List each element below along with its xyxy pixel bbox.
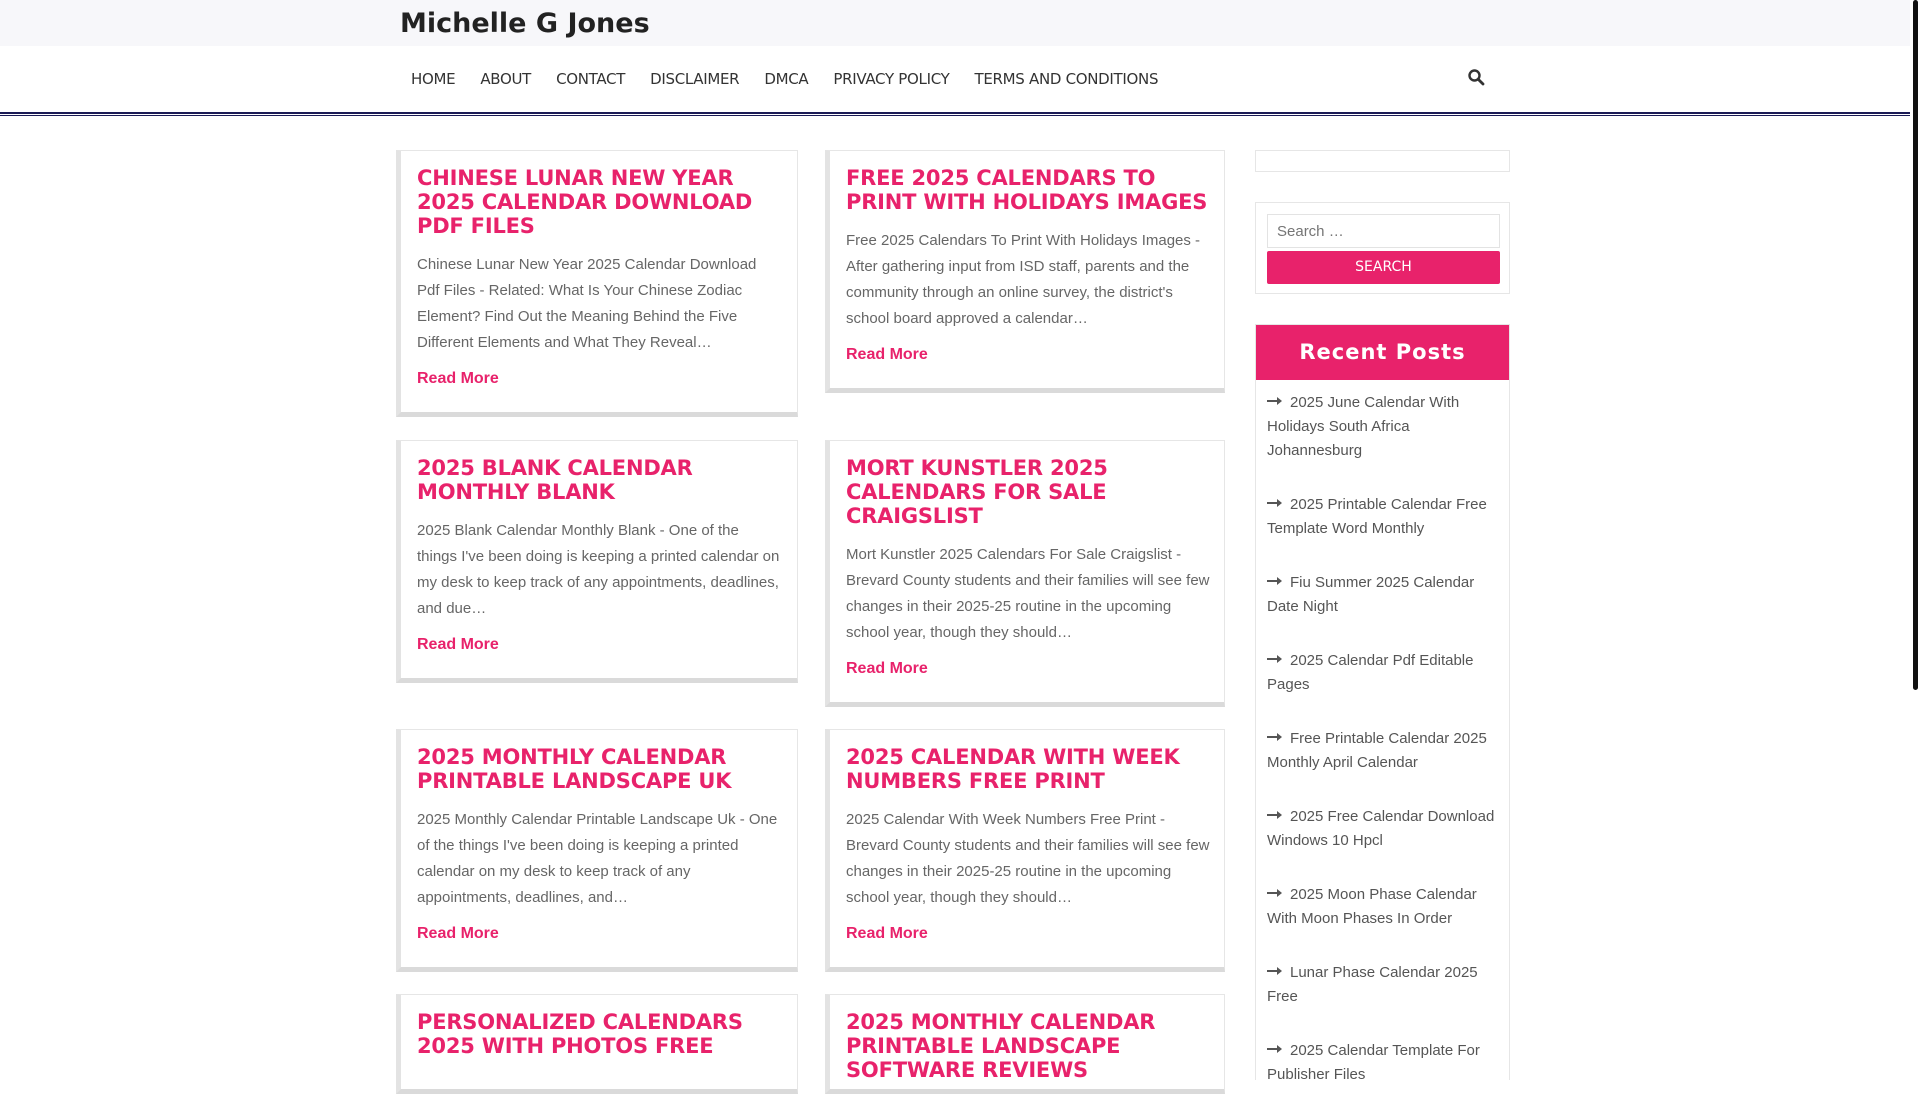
- read-more-link[interactable]: Read More: [417, 636, 499, 654]
- page-scrollbar[interactable]: [1910, 0, 1920, 1080]
- arrow-right-icon: [1267, 967, 1282, 975]
- post-card: CHINESE LUNAR NEW YEAR 2025 CALENDAR DOW…: [396, 150, 798, 417]
- recent-post-item[interactable]: 2025 Calendar Template For Publisher Fil…: [1267, 1029, 1498, 1107]
- recent-posts-list: 2025 June Calendar With Holidays South A…: [1256, 380, 1509, 1107]
- post-card: 2025 CALENDAR WITH WEEK NUMBERS FREE PRI…: [825, 729, 1225, 972]
- post-excerpt: 2025 Calendar With Week Numbers Free Pri…: [846, 811, 1210, 906]
- read-more-link[interactable]: Read More: [417, 925, 499, 943]
- arrow-right-icon: [1267, 397, 1282, 405]
- recent-post-link[interactable]: 2025 June Calendar With Holidays South A…: [1267, 394, 1459, 459]
- post-excerpt: Mort Kunstler 2025 Calendars For Sale Cr…: [846, 546, 1210, 641]
- recent-post-item[interactable]: Fiu Summer 2025 Calendar Date Night: [1267, 561, 1498, 639]
- post-title[interactable]: CHINESE LUNAR NEW YEAR 2025 CALENDAR DOW…: [417, 166, 783, 238]
- recent-post-link[interactable]: 2025 Printable Calendar Free Template Wo…: [1267, 496, 1487, 537]
- search-button[interactable]: SEARCH: [1267, 251, 1500, 284]
- post-card: PERSONALIZED CALENDARS 2025 WITH PHOTOS …: [396, 994, 798, 1094]
- post-title[interactable]: MORT KUNSTLER 2025 CALENDARS FOR SALE CR…: [846, 456, 1210, 528]
- sidebar-search-widget: SEARCH: [1255, 202, 1510, 294]
- arrow-right-icon: [1267, 577, 1282, 585]
- recent-post-item[interactable]: Free Printable Calendar 2025 Monthly Apr…: [1267, 717, 1498, 795]
- read-more-link[interactable]: Read More: [417, 370, 499, 388]
- recent-posts-widget: Recent Posts 2025 June Calendar With Hol…: [1255, 324, 1510, 1083]
- recent-posts-heading: Recent Posts: [1256, 325, 1509, 380]
- post-excerpt: 2025 Blank Calendar Monthly Blank - One …: [417, 522, 780, 617]
- post-card: MORT KUNSTLER 2025 CALENDARS FOR SALE CR…: [825, 440, 1225, 707]
- post-card: 2025 BLANK CALENDAR MONTHLY BLANK 2025 B…: [396, 440, 798, 683]
- search-input[interactable]: [1267, 214, 1500, 248]
- recent-post-link[interactable]: Fiu Summer 2025 Calendar Date Night: [1267, 574, 1474, 615]
- sidebar-empty-widget: [1255, 150, 1510, 172]
- read-more-link[interactable]: Read More: [846, 346, 928, 364]
- post-excerpt: Free 2025 Calendars To Print With Holida…: [846, 232, 1201, 327]
- recent-post-link[interactable]: 2025 Calendar Template For Publisher Fil…: [1267, 1042, 1480, 1083]
- nav-item-dmca[interactable]: DMCA: [763, 70, 809, 88]
- nav-item-privacy-policy[interactable]: PRIVACY POLICY: [832, 70, 950, 88]
- post-title[interactable]: 2025 CALENDAR WITH WEEK NUMBERS FREE PRI…: [846, 745, 1210, 793]
- nav-divider: [0, 112, 1910, 116]
- top-header: Michelle G Jones: [0, 0, 1910, 46]
- recent-post-link[interactable]: Lunar Phase Calendar 2025 Free: [1267, 964, 1478, 1005]
- arrow-right-icon: [1267, 889, 1282, 897]
- nav-item-disclaimer[interactable]: DISCLAIMER: [649, 70, 740, 88]
- post-card: 2025 MONTHLY CALENDAR PRINTABLE LANDSCAP…: [825, 994, 1225, 1094]
- search-icon[interactable]: [1467, 68, 1487, 88]
- read-more-link[interactable]: Read More: [846, 925, 928, 943]
- post-card: 2025 MONTHLY CALENDAR PRINTABLE LANDSCAP…: [396, 729, 798, 972]
- recent-post-item[interactable]: Lunar Phase Calendar 2025 Free: [1267, 951, 1498, 1029]
- post-title[interactable]: FREE 2025 CALENDARS TO PRINT WITH HOLIDA…: [846, 166, 1210, 214]
- nav-menu: HOME ABOUT CONTACT DISCLAIMER DMCA PRIVA…: [400, 70, 1182, 88]
- nav-item-terms[interactable]: TERMS AND CONDITIONS: [973, 70, 1159, 88]
- post-title[interactable]: PERSONALIZED CALENDARS 2025 WITH PHOTOS …: [417, 1010, 783, 1058]
- nav-item-home[interactable]: HOME: [410, 70, 456, 88]
- arrow-right-icon: [1267, 499, 1282, 507]
- post-title[interactable]: 2025 BLANK CALENDAR MONTHLY BLANK: [417, 456, 783, 504]
- post-excerpt: 2025 Monthly Calendar Printable Landscap…: [417, 811, 778, 906]
- recent-post-item[interactable]: 2025 Printable Calendar Free Template Wo…: [1267, 483, 1498, 561]
- recent-post-link[interactable]: 2025 Calendar Pdf Editable Pages: [1267, 652, 1473, 693]
- recent-post-item[interactable]: 2025 June Calendar With Holidays South A…: [1267, 380, 1498, 483]
- site-title[interactable]: Michelle G Jones: [400, 8, 650, 39]
- recent-post-item[interactable]: 2025 Moon Phase Calendar With Moon Phase…: [1267, 873, 1498, 951]
- recent-post-link[interactable]: 2025 Free Calendar Download Windows 10 H…: [1267, 808, 1494, 849]
- recent-post-item[interactable]: 2025 Free Calendar Download Windows 10 H…: [1267, 795, 1498, 873]
- post-excerpt: Chinese Lunar New Year 2025 Calendar Dow…: [417, 256, 757, 351]
- post-title[interactable]: 2025 MONTHLY CALENDAR PRINTABLE LANDSCAP…: [846, 1010, 1210, 1082]
- nav-item-about[interactable]: ABOUT: [479, 70, 532, 88]
- arrow-right-icon: [1267, 733, 1282, 741]
- post-card: FREE 2025 CALENDARS TO PRINT WITH HOLIDA…: [825, 150, 1225, 393]
- read-more-link[interactable]: Read More: [846, 660, 928, 678]
- main-navigation: HOME ABOUT CONTACT DISCLAIMER DMCA PRIVA…: [0, 46, 1910, 114]
- recent-post-link[interactable]: 2025 Moon Phase Calendar With Moon Phase…: [1267, 886, 1477, 927]
- arrow-right-icon: [1267, 811, 1282, 819]
- arrow-right-icon: [1267, 1045, 1282, 1053]
- scrollbar-thumb[interactable]: [1913, 0, 1918, 690]
- recent-post-item[interactable]: 2025 Calendar Pdf Editable Pages: [1267, 639, 1498, 717]
- post-title[interactable]: 2025 MONTHLY CALENDAR PRINTABLE LANDSCAP…: [417, 745, 783, 793]
- nav-item-contact[interactable]: CONTACT: [555, 70, 626, 88]
- recent-post-link[interactable]: Free Printable Calendar 2025 Monthly Apr…: [1267, 730, 1487, 771]
- arrow-right-icon: [1267, 655, 1282, 663]
